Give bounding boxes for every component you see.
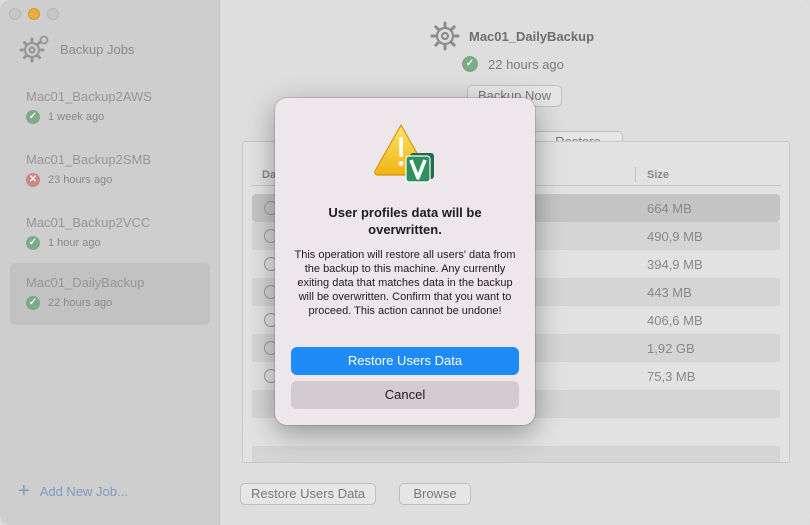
warning-veeam-icon — [374, 124, 434, 183]
restore-users-data-confirm-button[interactable]: Restore Users Data — [291, 347, 519, 375]
confirmation-dialog: User profiles data will be overwritten. … — [275, 98, 535, 425]
dialog-message: This operation will restore all users' d… — [294, 249, 516, 317]
cancel-button[interactable]: Cancel — [291, 381, 519, 409]
dialog-title: User profiles data will be overwritten. — [328, 205, 482, 237]
app-window: Backup Jobs Mac01_Backup2AWS ✓ 1 week ag… — [0, 0, 810, 525]
